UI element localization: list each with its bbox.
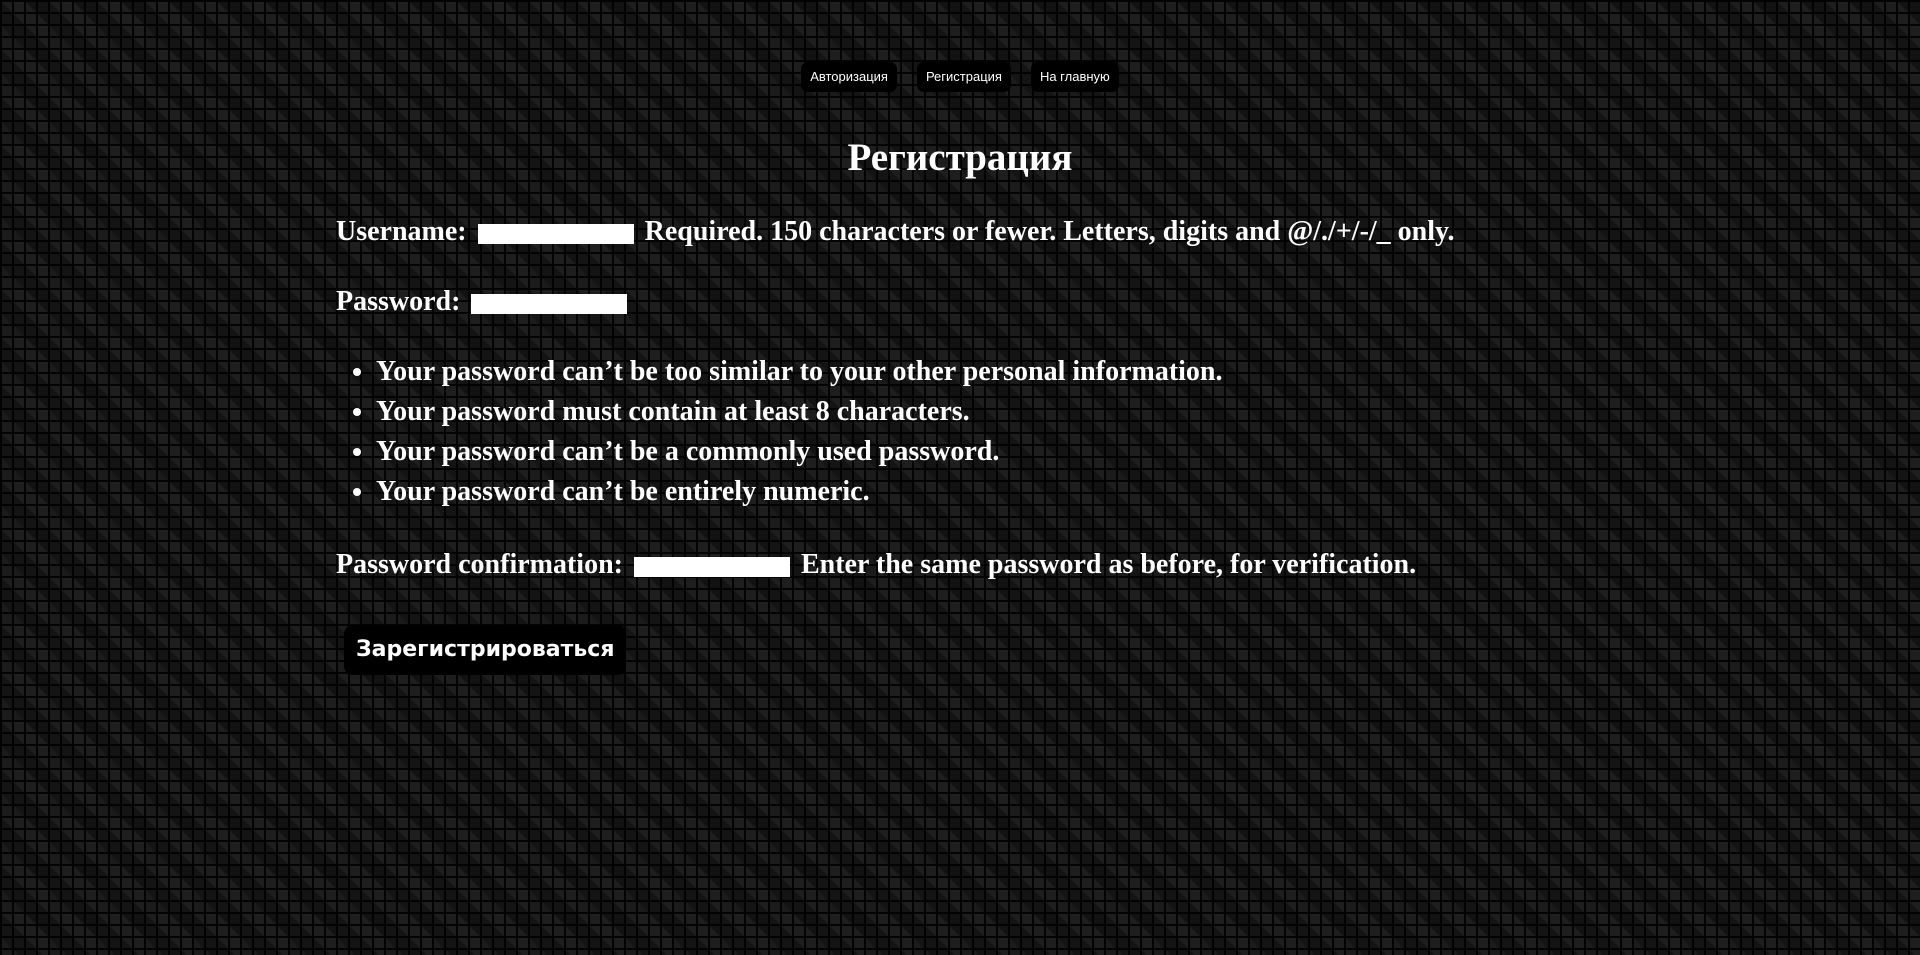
password-rule: Your password can’t be entirely numeric. (376, 472, 1223, 512)
password-confirmation-label: Password confirmation: (336, 549, 623, 580)
username-help-text: Required. 150 characters or fewer. Lette… (644, 216, 1455, 247)
password-rule: Your password must contain at least 8 ch… (376, 392, 1223, 432)
page-title: Регистрация (847, 136, 1073, 179)
password-confirmation-row: Password confirmation: Enter the same pa… (336, 545, 1416, 585)
password-rules-list: Your password can’t be too similar to yo… (336, 352, 1223, 512)
register-button[interactable]: Зарегистрироваться (344, 625, 627, 675)
top-nav: Авторизация Регистрация На главную (0, 62, 1920, 92)
password-confirmation-help-text: Enter the same password as before, for v… (800, 549, 1417, 580)
password-label: Password: (336, 286, 461, 317)
page: { "nav": { "links": [ {"label": "Авториз… (0, 0, 1920, 955)
username-input[interactable] (477, 223, 634, 244)
password-rule: Your password can’t be a commonly used p… (376, 432, 1223, 472)
nav-login-link[interactable]: Авторизация (801, 62, 897, 92)
username-label: Username: (336, 216, 467, 247)
password-rule: Your password can’t be too similar to yo… (376, 352, 1223, 392)
nav-register-link[interactable]: Регистрация (916, 62, 1011, 92)
password-input[interactable] (471, 293, 628, 314)
nav-home-link[interactable]: На главную (1030, 62, 1119, 92)
password-row: Password: (336, 282, 631, 322)
username-row: Username: Required. 150 characters or fe… (336, 212, 1454, 252)
password-confirmation-input[interactable] (633, 556, 790, 577)
